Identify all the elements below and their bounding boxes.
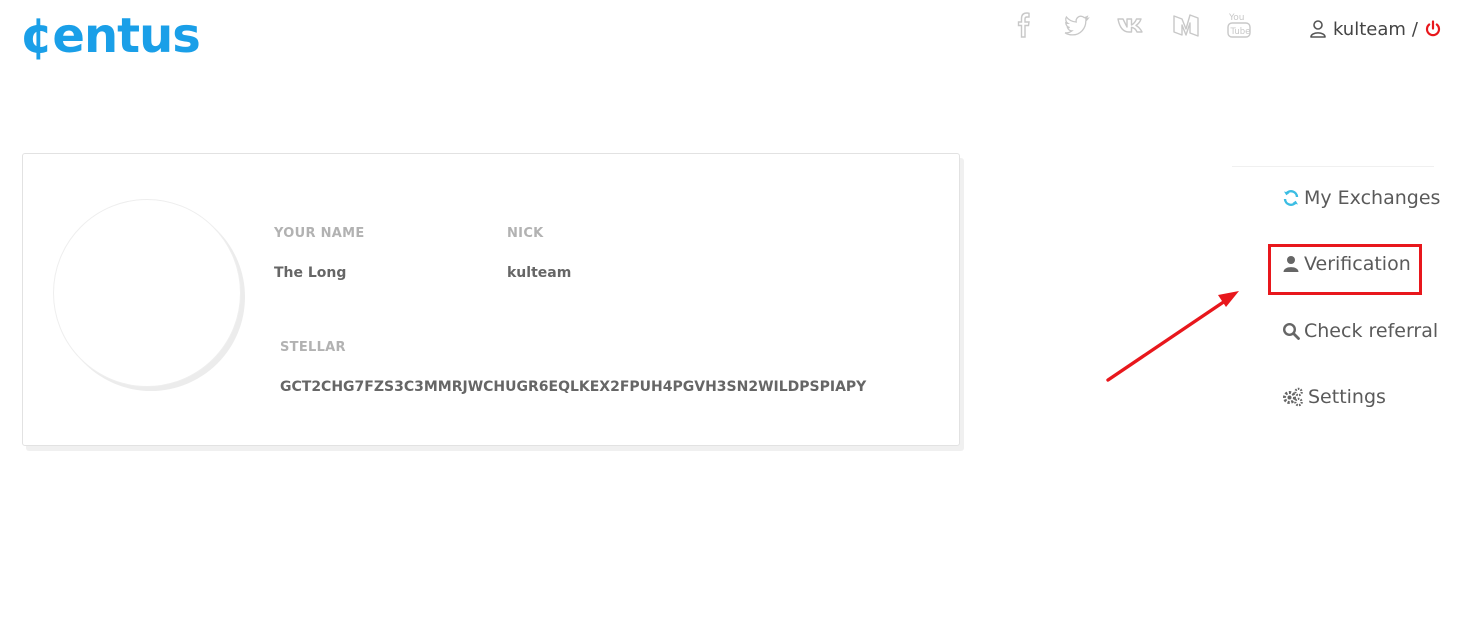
user-outline-icon <box>1309 19 1327 39</box>
user-menu: kulteam / <box>1309 17 1442 41</box>
search-icon <box>1282 322 1300 340</box>
name-label: YOUR NAME <box>274 226 365 241</box>
separator: / <box>1411 18 1418 40</box>
menu-item-settings[interactable]: Settings <box>1282 386 1386 408</box>
annotation-arrow <box>1106 291 1239 382</box>
menu-item-label: Settings <box>1308 386 1386 408</box>
verification-highlight-box <box>1268 244 1422 295</box>
menu-item-check-referral[interactable]: Check referral <box>1282 320 1438 342</box>
centus-logo[interactable]: ¢entus <box>20 8 201 64</box>
twitter-icon[interactable] <box>1063 10 1091 40</box>
avatar[interactable] <box>53 199 241 387</box>
name-value: The Long <box>274 265 347 281</box>
nick-label: NICK <box>507 226 544 241</box>
username-link[interactable]: kulteam <box>1333 19 1406 40</box>
power-icon[interactable] <box>1424 19 1442 39</box>
stellar-address: GCT2CHG7FZS3C3MMRJWCHUGR6EQLKEX2FPUH4PGV… <box>280 379 867 395</box>
menu-item-label: Check referral <box>1304 320 1439 342</box>
profile-card: YOUR NAME The Long NICK kulteam STELLAR … <box>22 153 960 446</box>
vk-icon[interactable] <box>1116 10 1148 40</box>
page: ¢entus You Tube kulteam / YOUR NAME The … <box>0 0 1480 638</box>
stellar-label: STELLAR <box>280 340 346 355</box>
medium-icon[interactable] <box>1171 10 1201 40</box>
refresh-icon <box>1282 189 1300 207</box>
gears-icon <box>1282 387 1304 407</box>
svg-text:Tube: Tube <box>1230 27 1251 37</box>
side-menu-divider <box>1232 166 1434 167</box>
svg-text:You: You <box>1228 13 1245 23</box>
menu-item-label: My Exchanges <box>1304 187 1441 209</box>
facebook-icon[interactable] <box>1013 10 1035 40</box>
nick-value: kulteam <box>507 265 572 281</box>
menu-item-my-exchanges[interactable]: My Exchanges <box>1282 187 1440 209</box>
youtube-icon[interactable]: You Tube <box>1226 10 1254 42</box>
